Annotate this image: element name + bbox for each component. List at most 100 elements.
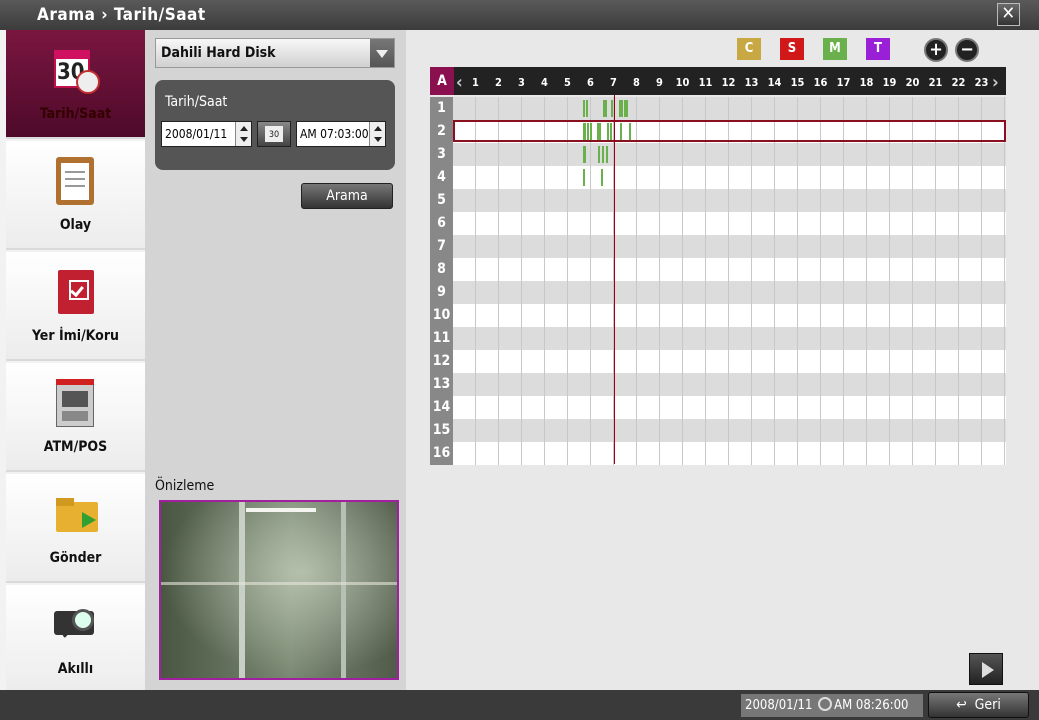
sidebar-item-atm-pos[interactable]: ATM/POS	[6, 363, 145, 472]
channel-number[interactable]: 2	[430, 120, 453, 143]
channel-number[interactable]: 10	[430, 304, 453, 327]
calendar-button[interactable]: 30	[257, 121, 291, 147]
channel-timeline[interactable]	[453, 281, 1006, 304]
channel-number[interactable]: 6	[430, 212, 453, 235]
channel-number[interactable]: 8	[430, 258, 453, 281]
recording-segment[interactable]	[590, 123, 593, 140]
time-field[interactable]: AM 07:03:00	[296, 121, 386, 147]
channel-timeline[interactable]	[453, 97, 1006, 120]
channel-number[interactable]: 16	[430, 442, 453, 465]
recording-segment[interactable]	[600, 169, 603, 186]
legend-sensor[interactable]: S	[780, 38, 804, 60]
channel-number[interactable]: 13	[430, 373, 453, 396]
channel-number[interactable]: 15	[430, 419, 453, 442]
zoom-in-button[interactable]: +	[924, 38, 948, 62]
calendar-icon: 30	[265, 126, 283, 142]
time-value: AM 07:03:00	[300, 127, 369, 141]
channel-timeline[interactable]	[453, 166, 1006, 189]
recording-segment[interactable]	[610, 100, 613, 117]
channel-row[interactable]: 13	[430, 373, 1006, 396]
recording-segment[interactable]	[601, 146, 604, 163]
timeline-header: A ‹ › 1 2 3 4 5 6 7 8 9 10 11 12 13 14 15 16 17 18 19 20 21 2…	[430, 67, 1006, 95]
scroll-left-icon[interactable]: ‹	[456, 72, 463, 93]
recording-segment[interactable]	[598, 146, 601, 163]
all-channels-button[interactable]: A	[430, 67, 454, 95]
channel-row[interactable]: 11	[430, 327, 1006, 350]
play-button[interactable]	[969, 653, 1003, 685]
channel-row[interactable]: 3	[430, 143, 1006, 166]
channel-row[interactable]: 8	[430, 258, 1006, 281]
legend-text[interactable]: T	[866, 38, 890, 60]
channel-timeline[interactable]	[453, 189, 1006, 212]
zoom-out-button[interactable]: −	[955, 38, 979, 62]
recording-segment[interactable]	[582, 169, 585, 186]
channel-timeline[interactable]	[453, 373, 1006, 396]
hour-label: 2	[495, 76, 502, 89]
recording-segment[interactable]	[585, 100, 588, 117]
recording-segment[interactable]	[605, 100, 608, 117]
recording-segment[interactable]	[599, 123, 602, 140]
channel-row[interactable]: 1	[430, 97, 1006, 120]
hour-label: 11	[698, 76, 713, 89]
recording-segment[interactable]	[609, 123, 612, 140]
channel-timeline[interactable]	[453, 419, 1006, 442]
channel-number[interactable]: 11	[430, 327, 453, 350]
recording-segment[interactable]	[582, 100, 585, 117]
sidebar-item-event[interactable]: Olay	[6, 141, 145, 250]
channel-row[interactable]: 2	[430, 120, 1006, 143]
time-cursor[interactable]	[614, 95, 615, 464]
channel-row[interactable]: 5	[430, 189, 1006, 212]
camera-search-icon	[52, 601, 98, 651]
channel-number[interactable]: 3	[430, 143, 453, 166]
channel-row[interactable]: 15	[430, 419, 1006, 442]
chevron-down-icon[interactable]	[370, 39, 394, 67]
channel-row[interactable]: 10	[430, 304, 1006, 327]
channel-timeline[interactable]	[453, 350, 1006, 373]
date-field[interactable]: 2008/01/11	[161, 121, 252, 147]
channel-number[interactable]: 9	[430, 281, 453, 304]
time-stepper[interactable]	[369, 122, 385, 146]
scroll-right-icon[interactable]: ›	[992, 72, 999, 93]
channel-row[interactable]: 16	[430, 442, 1006, 465]
storage-select[interactable]: Dahili Hard Disk	[155, 38, 395, 68]
date-stepper[interactable]	[235, 122, 251, 146]
channel-number[interactable]: 4	[430, 166, 453, 189]
recording-segment[interactable]	[629, 123, 632, 140]
recording-segment[interactable]	[620, 123, 623, 140]
channel-timeline[interactable]	[453, 327, 1006, 350]
search-button[interactable]: Arama	[301, 183, 393, 209]
channel-row[interactable]: 14	[430, 396, 1006, 419]
channel-timeline[interactable]	[453, 396, 1006, 419]
channel-timeline[interactable]	[453, 120, 1006, 143]
channel-row[interactable]: 7	[430, 235, 1006, 258]
channel-row[interactable]: 6	[430, 212, 1006, 235]
close-button[interactable]: ✕	[997, 3, 1020, 26]
channel-timeline[interactable]	[453, 442, 1006, 465]
channel-number[interactable]: 14	[430, 396, 453, 419]
sidebar-item-date-time[interactable]: 30 Tarih/Saat	[6, 30, 145, 139]
channel-timeline[interactable]	[453, 143, 1006, 166]
channel-timeline[interactable]	[453, 212, 1006, 235]
recording-segment[interactable]	[586, 123, 589, 140]
channel-number[interactable]: 1	[430, 97, 453, 120]
recording-segment[interactable]	[584, 146, 587, 163]
recording-segment[interactable]	[625, 100, 628, 117]
hour-label: 14	[767, 76, 782, 89]
hour-label: 4	[541, 76, 548, 89]
channel-timeline[interactable]	[453, 235, 1006, 258]
channel-number[interactable]: 7	[430, 235, 453, 258]
channel-number[interactable]: 5	[430, 189, 453, 212]
channel-timeline[interactable]	[453, 258, 1006, 281]
channel-number[interactable]: 12	[430, 350, 453, 373]
channel-timeline[interactable]	[453, 304, 1006, 327]
sidebar-item-send[interactable]: Gönder	[6, 474, 145, 583]
sidebar-item-smart[interactable]: Akıllı	[6, 585, 145, 694]
back-button[interactable]: ↩ Geri	[928, 692, 1029, 718]
legend-continuous[interactable]: C	[737, 38, 761, 60]
sidebar-item-bookmark[interactable]: Yer İmi/Koru	[6, 252, 145, 361]
channel-row[interactable]: 9	[430, 281, 1006, 304]
recording-segment[interactable]	[606, 146, 609, 163]
legend-motion[interactable]: M	[823, 38, 847, 60]
channel-row[interactable]: 12	[430, 350, 1006, 373]
channel-row[interactable]: 4	[430, 166, 1006, 189]
